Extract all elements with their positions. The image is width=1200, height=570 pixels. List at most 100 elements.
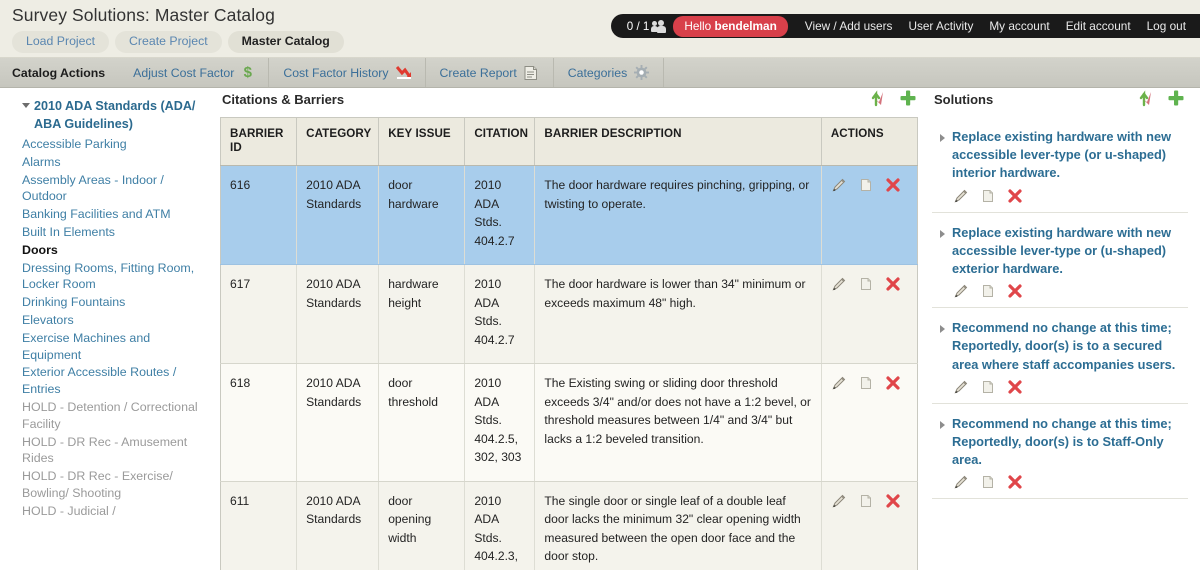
greeting-badge[interactable]: Hello bendelman	[673, 15, 788, 37]
delete-x-icon[interactable]	[885, 177, 901, 193]
sort-toggle-icon[interactable]	[1139, 89, 1158, 113]
citations-panel: Citations & Barriers BARRIER ID CATEGORY…	[220, 88, 920, 570]
column-header-barrier-description[interactable]: BARRIER DESCRIPTION	[534, 117, 822, 166]
users-icon	[651, 19, 667, 33]
column-header-key-issue[interactable]: KEY ISSUE	[378, 117, 466, 166]
delete-x-icon[interactable]	[1007, 474, 1023, 490]
tab-master-catalog[interactable]: Master Catalog	[227, 31, 344, 53]
edit-pencil-icon[interactable]	[831, 276, 847, 292]
table-row[interactable]: 611 2010 ADA Standards door opening widt…	[220, 481, 918, 570]
copy-document-icon[interactable]	[858, 375, 874, 391]
sidebar-item-hold-dr-rec-exercise-bowling-shooting[interactable]: HOLD - DR Rec - Exercise/ Bowling/ Shoot…	[22, 468, 210, 502]
sidebar-item-exercise-machines[interactable]: Exercise Machines and Equipment	[22, 330, 210, 364]
link-view-add-users[interactable]: View / Add users	[797, 19, 901, 33]
delete-x-icon[interactable]	[1007, 379, 1023, 395]
action-categories[interactable]: Categories	[554, 58, 665, 87]
copy-document-icon[interactable]	[858, 493, 874, 509]
list-item[interactable]: Recommend no change at this time; Report…	[932, 404, 1188, 500]
edit-pencil-icon[interactable]	[953, 283, 969, 299]
sidebar-item-built-in-elements[interactable]: Built In Elements	[22, 224, 210, 241]
tab-create-project[interactable]: Create Project	[115, 31, 222, 53]
copy-document-icon[interactable]	[980, 283, 996, 299]
sort-toggle-icon[interactable]	[871, 89, 890, 113]
dollar-icon: $	[243, 63, 252, 81]
cell-category: 2010 ADA Standards	[296, 481, 380, 570]
cell-barrier-id: 616	[220, 165, 298, 265]
column-header-barrier-id[interactable]: BARRIER ID	[220, 117, 298, 166]
cell-description: The Existing swing or sliding door thres…	[534, 363, 822, 482]
copy-document-icon[interactable]	[858, 276, 874, 292]
edit-pencil-icon[interactable]	[831, 493, 847, 509]
sidebar-item-banking-facilities-and-atm[interactable]: Banking Facilities and ATM	[22, 206, 210, 223]
list-item[interactable]: Replace existing hardware with new acces…	[932, 213, 1188, 309]
copy-document-icon[interactable]	[858, 177, 874, 193]
cell-key-issue: door hardware	[378, 165, 466, 265]
edit-pencil-icon[interactable]	[831, 375, 847, 391]
cell-key-issue: door opening width	[378, 481, 466, 570]
sidebar-item-hold-dr-rec-amusement-rides[interactable]: HOLD - DR Rec - Amusement Rides	[22, 434, 210, 468]
table-row[interactable]: 617 2010 ADA Standards hardware height 2…	[220, 264, 918, 364]
edit-pencil-icon[interactable]	[953, 474, 969, 490]
add-icon[interactable]	[1166, 88, 1186, 113]
sidebar-item-hold-detention[interactable]: HOLD - Detention / Correctional Facility	[22, 399, 210, 433]
sidebar-item-elevators[interactable]: Elevators	[22, 312, 210, 329]
user-count: 0 / 1	[626, 19, 650, 33]
cell-key-issue: door threshold	[378, 363, 466, 482]
sidebar-item-doors[interactable]: Doors	[22, 242, 210, 259]
page-header: Survey Solutions: Master Catalog Load Pr…	[0, 0, 1200, 58]
action-categories-label: Categories	[567, 65, 628, 80]
sidebar-item-assembly-areas[interactable]: Assembly Areas - Indoor / Outdoor	[22, 172, 210, 206]
delete-x-icon[interactable]	[885, 276, 901, 292]
sidebar-item-exterior-accessible-routes[interactable]: Exterior Accessible Routes / Entries	[22, 364, 210, 398]
cell-category: 2010 ADA Standards	[296, 363, 380, 482]
copy-document-icon[interactable]	[980, 379, 996, 395]
cell-citation: 2010 ADA Stds. 404.2.5, 302, 303	[464, 363, 536, 482]
project-tabs: Load Project Create Project Master Catal…	[12, 31, 344, 53]
edit-pencil-icon[interactable]	[953, 188, 969, 204]
edit-pencil-icon[interactable]	[953, 379, 969, 395]
delete-x-icon[interactable]	[885, 493, 901, 509]
list-item[interactable]: Replace existing hardware with new acces…	[932, 117, 1188, 213]
solution-text[interactable]: Recommend no change at this time; Report…	[952, 319, 1182, 374]
sidebar-item-hold-judicial[interactable]: HOLD - Judicial /	[22, 503, 210, 520]
link-user-activity[interactable]: User Activity	[900, 19, 981, 33]
delete-x-icon[interactable]	[1007, 188, 1023, 204]
solution-text[interactable]: Replace existing hardware with new acces…	[952, 128, 1182, 183]
table-row[interactable]: 618 2010 ADA Standards door threshold 20…	[220, 363, 918, 482]
table-row[interactable]: 616 2010 ADA Standards door hardware 201…	[220, 165, 918, 265]
sidebar-root-2010-ada-standards[interactable]: 2010 ADA Standards (ADA/ ABA Guidelines)	[22, 97, 210, 133]
cell-description: The single door or single leaf of a doub…	[534, 481, 822, 570]
sidebar-item-accessible-parking[interactable]: Accessible Parking	[22, 136, 210, 153]
link-edit-account[interactable]: Edit account	[1058, 19, 1139, 33]
solution-actions	[952, 283, 1182, 299]
column-header-category[interactable]: CATEGORY	[296, 117, 380, 166]
solution-actions	[952, 188, 1182, 204]
add-icon[interactable]	[898, 88, 918, 113]
column-header-citation[interactable]: CITATION	[464, 117, 536, 166]
edit-pencil-icon[interactable]	[831, 177, 847, 193]
copy-document-icon[interactable]	[980, 474, 996, 490]
solution-text[interactable]: Recommend no change at this time; Report…	[952, 415, 1182, 470]
delete-x-icon[interactable]	[885, 375, 901, 391]
gear-icon	[634, 64, 650, 81]
link-my-account[interactable]: My account	[981, 19, 1057, 33]
list-item[interactable]: Recommend no change at this time; Report…	[932, 308, 1188, 404]
copy-document-icon[interactable]	[980, 188, 996, 204]
tab-load-project[interactable]: Load Project	[12, 31, 110, 53]
action-create-report[interactable]: Create Report	[426, 58, 554, 87]
cell-citation: 2010 ADA Stds. 404.2.7	[464, 165, 536, 265]
sidebar-item-alarms[interactable]: Alarms	[22, 154, 210, 171]
solution-text[interactable]: Replace existing hardware with new acces…	[952, 224, 1182, 279]
report-document-icon	[524, 65, 539, 81]
link-log-out[interactable]: Log out	[1139, 19, 1190, 33]
cell-actions	[821, 165, 918, 265]
action-cost-factor-history[interactable]: Cost Factor History	[269, 58, 426, 87]
action-adjust-cost-factor[interactable]: Adjust Cost Factor $	[119, 58, 270, 87]
cell-citation: 2010 ADA Stds. 404.2.7	[464, 264, 536, 364]
sidebar-item-drinking-fountains[interactable]: Drinking Fountains	[22, 294, 210, 311]
cell-actions	[821, 481, 918, 570]
sidebar-item-dressing-rooms[interactable]: Dressing Rooms, Fitting Room, Locker Roo…	[22, 260, 210, 294]
category-sidebar: 2010 ADA Standards (ADA/ ABA Guidelines)…	[0, 88, 220, 569]
action-cost-factor-history-label: Cost Factor History	[283, 65, 389, 80]
delete-x-icon[interactable]	[1007, 283, 1023, 299]
